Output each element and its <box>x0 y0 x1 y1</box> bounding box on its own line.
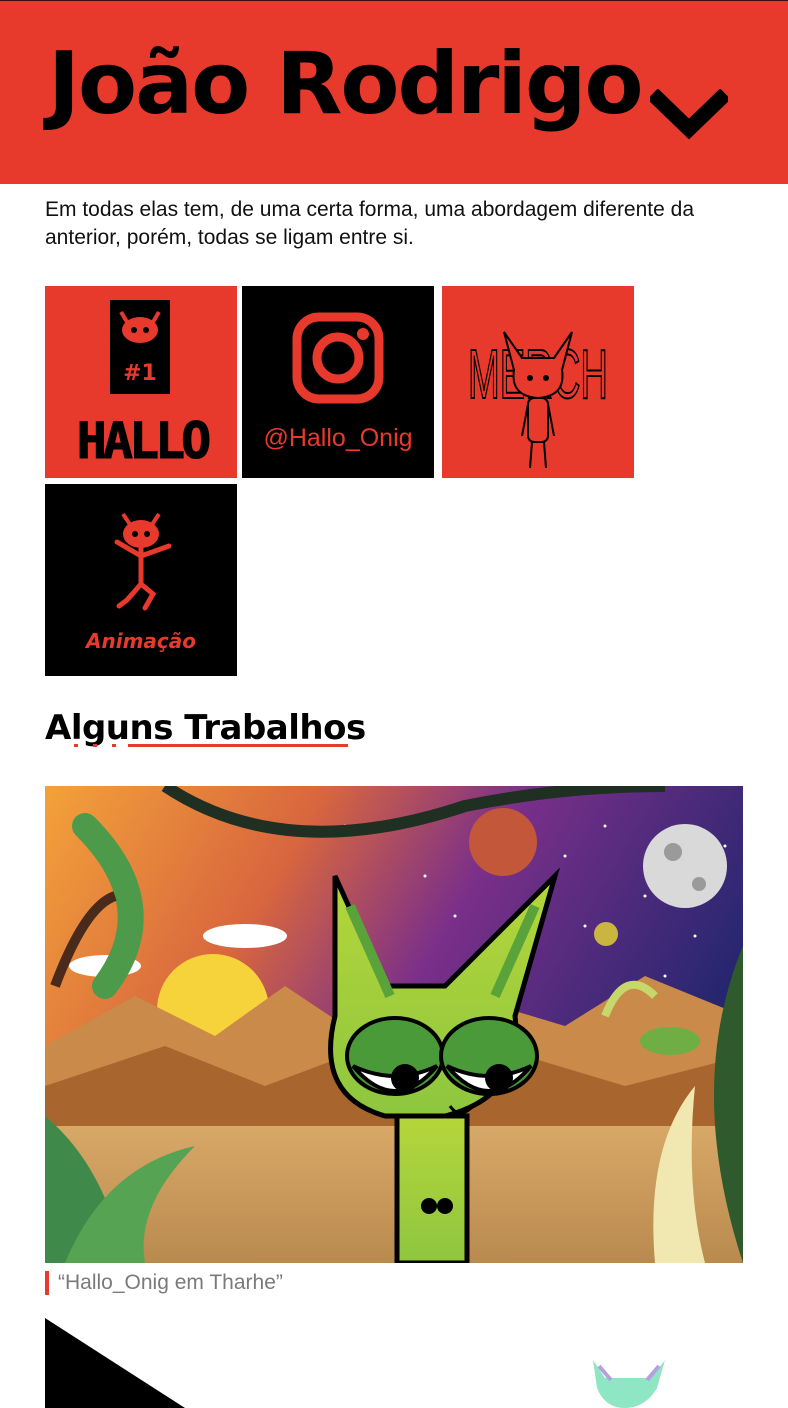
artwork-next[interactable] <box>45 1318 743 1408</box>
intro-text: Em todas elas tem, de uma certa forma, u… <box>45 198 695 249</box>
spellcheck-mark <box>112 744 116 747</box>
tile-animacao[interactable]: Animação <box>45 484 237 676</box>
tile-hallo[interactable]: #1 HALLO <box>45 286 237 478</box>
planet-red <box>469 808 537 876</box>
animacao-label: Animação <box>84 629 196 653</box>
tile-instagram[interactable]: @Hallo_Onig <box>242 286 434 478</box>
instagram-icon <box>292 312 384 404</box>
planet-moon <box>643 824 727 908</box>
animacao-character-icon <box>114 512 172 611</box>
section-title: Alguns Trabalhos <box>45 708 366 748</box>
caption-accent <box>45 1271 49 1295</box>
site-title: João Rodrigo <box>48 34 644 134</box>
tile-merch[interactable]: MERCH <box>442 286 634 478</box>
artwork-caption: “Hallo_Onig em Tharhe” <box>58 1271 283 1294</box>
hallo-badge: #1 <box>123 361 157 386</box>
hallo-label: HALLO <box>77 412 209 470</box>
chevron-down-icon[interactable] <box>647 88 731 145</box>
artwork-hallo-onig-tharhe[interactable] <box>45 786 743 1263</box>
instagram-handle: @Hallo_Onig <box>263 424 412 452</box>
site-header: João Rodrigo <box>0 0 788 184</box>
planet-yellow <box>594 922 618 946</box>
spellcheck-underline <box>128 744 348 747</box>
spellcheck-mark <box>74 744 78 747</box>
spellcheck-mark <box>93 744 97 747</box>
